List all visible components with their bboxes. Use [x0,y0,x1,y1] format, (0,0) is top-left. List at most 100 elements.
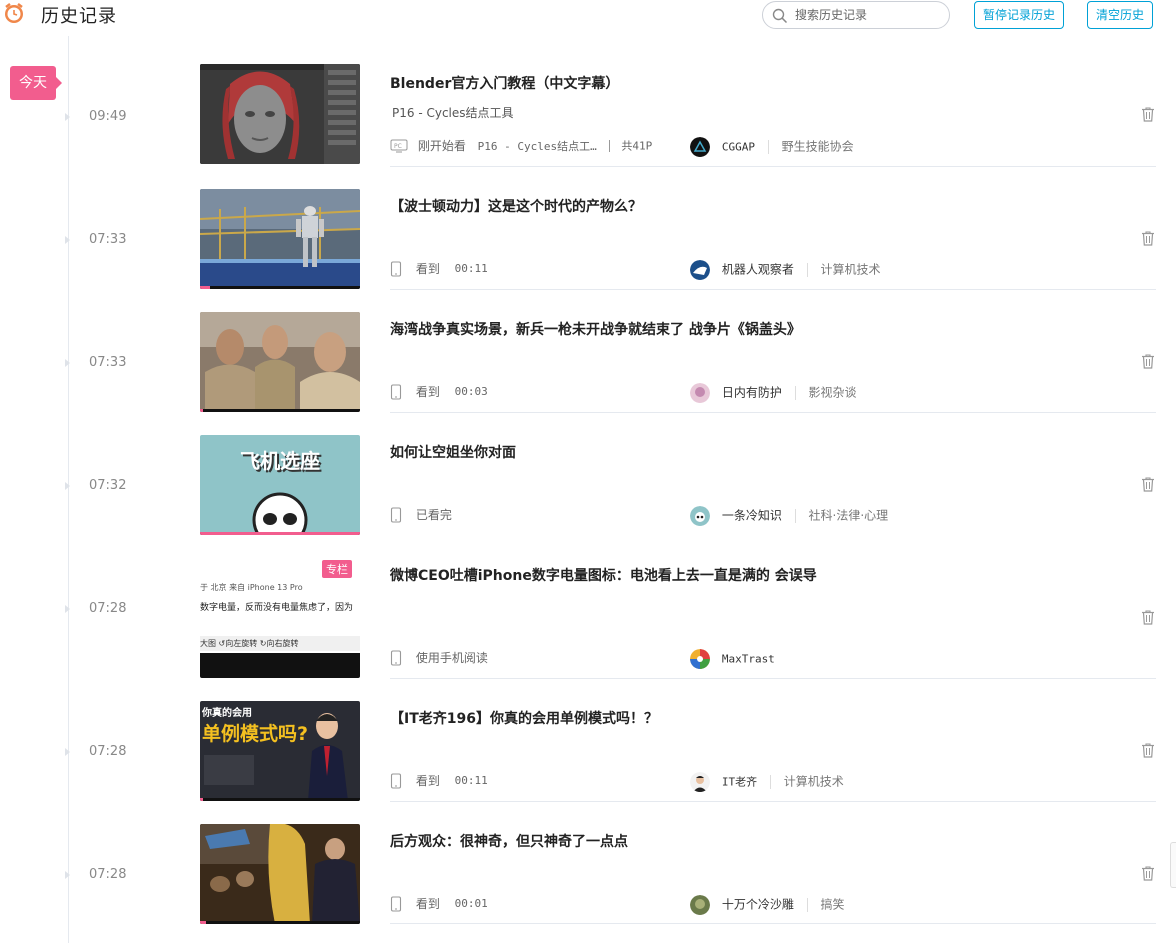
side-scroll-tab[interactable] [1170,842,1176,888]
watched-time: 00:11 [454,774,488,787]
watch-status: 看到 [415,262,440,276]
avatar[interactable] [690,383,710,403]
progress-bar [200,286,210,289]
video-thumbnail[interactable] [200,189,360,289]
progress-bar [200,921,207,924]
trash-icon[interactable] [1140,230,1156,246]
thumbnail-image [200,312,360,412]
history-item: 07:28 你真的会用 单例模式吗? 【IT老齐196】你真的会用单例模式吗！？… [0,697,1176,820]
thumbnail-line: 于 北京 来自 iPhone 13 Pro [200,583,303,592]
trash-icon[interactable] [1140,106,1156,122]
video-thumbnail[interactable] [200,312,360,412]
uploader-name[interactable]: MaxTrast [722,653,775,666]
trash-icon[interactable] [1140,476,1156,492]
article-thumbnail[interactable]: 于 北京 来自 iPhone 13 Pro 数字电量，反而没有电量焦虑了，因为 … [200,558,360,678]
progress-track [200,921,360,924]
watch-time: 09:49 [89,109,127,124]
progress-track [200,286,360,289]
watch-status: 看到 [415,774,440,788]
watch-time: 07:28 [89,744,127,759]
avatar[interactable] [690,506,710,526]
trash-icon[interactable] [1140,865,1156,881]
separator [608,139,610,152]
category-label: 野生技能协会 [781,139,854,154]
uploader-name[interactable]: CGGAP [722,141,755,154]
timeline-dot [65,113,72,121]
uploader-name[interactable]: IT老齐 [722,776,757,789]
timeline-dot [65,236,72,244]
part-label: P16 - Cycles结点工… [477,139,597,153]
video-thumbnail[interactable] [200,64,360,164]
uploader-info: CGGAP 野生技能协会 [690,137,854,157]
uploader-name[interactable]: 机器人观察者 [722,263,794,277]
watch-meta: 看到 00:11 [390,260,488,280]
uploader-info: IT老齐 计算机技术 [690,772,844,792]
video-title[interactable]: 如何让空姐坐你对面 [390,442,516,462]
watch-time: 07:28 [89,867,127,882]
pause-history-button[interactable]: 暂停记录历史 [974,1,1064,29]
search-icon [772,8,788,24]
timeline-dot [65,605,72,613]
trash-icon[interactable] [1140,742,1156,758]
video-thumbnail[interactable]: 飞机选座 [200,435,360,535]
phone-icon [390,772,402,789]
video-title[interactable]: 【波士顿动力】这是这个时代的产物么？ [390,196,642,216]
history-item: 07:28 后方观众：很神奇，但只神奇了一点点 看到 00:01 十万个冷沙雕 [0,820,1176,943]
search-input[interactable] [795,6,941,24]
video-thumbnail[interactable] [200,824,360,924]
watch-meta: 看到 00:03 [390,383,488,403]
thumbnail-image [200,64,360,164]
avatar[interactable] [690,137,710,157]
part-total: 共41P [621,139,653,153]
history-item: 07:33 【波士顿动力】这是这个时代的产物么？ 看到 00:11 机器人观察者… [0,185,1176,308]
divider [390,678,1156,679]
pc-icon: PC [390,139,408,152]
progress-bar [200,532,360,535]
thumbnail-line: 数字电量，反而没有电量焦虑了，因为 [200,603,354,613]
separator [767,140,769,154]
divider [390,166,1156,167]
progress-track [200,798,360,801]
separator [769,775,771,789]
phone-icon [390,260,402,277]
uploader-info: 一条冷知识 社科·法律·心理 [690,506,888,526]
phone-icon [390,649,402,666]
timeline-dot [65,359,72,367]
history-item: 07:28 于 北京 来自 iPhone 13 Pro 数字电量，反而没有电量焦… [0,554,1176,679]
trash-icon[interactable] [1140,353,1156,369]
progress-bar [200,798,204,801]
watch-meta: 看到 00:01 [390,895,488,915]
watch-meta: 看到 00:11 [390,772,488,792]
divider [390,412,1156,413]
watch-meta: 已看完 [390,506,452,526]
avatar[interactable] [690,260,710,280]
search-box[interactable] [762,1,950,29]
video-title[interactable]: 后方观众：很神奇，但只神奇了一点点 [390,831,628,851]
video-thumbnail[interactable]: 你真的会用 单例模式吗? [200,701,360,801]
uploader-name[interactable]: 日内有防护 [722,386,782,400]
video-title[interactable]: 海湾战争真实场景，新兵一枪未开战争就结束了 战争片《锅盖头》 [390,319,801,339]
avatar[interactable] [690,895,710,915]
uploader-name[interactable]: 一条冷知识 [722,509,782,523]
thumbnail-image [204,713,348,801]
video-title[interactable]: Blender官方入门教程（中文字幕） [390,73,619,93]
thumbnail-image [252,492,308,535]
separator [806,898,808,912]
page-title: 历史记录 [41,6,117,27]
timeline-dot [65,482,72,490]
phone-icon [390,895,402,912]
uploader-info: 机器人观察者 计算机技术 [690,260,881,280]
uploader-name[interactable]: 十万个冷沙雕 [722,898,794,912]
avatar[interactable] [690,772,710,792]
category-label: 计算机技术 [783,774,844,789]
article-title[interactable]: 微博CEO吐槽iPhone数字电量图标：电池看上去一直是满的 会误导 [390,565,817,585]
clear-history-button[interactable]: 清空历史 [1087,1,1153,29]
progress-track [200,409,360,412]
watch-time: 07:33 [89,355,127,370]
divider [390,289,1156,290]
trash-icon[interactable] [1140,609,1156,625]
video-title[interactable]: 【IT老齐196】你真的会用单例模式吗！？ [390,708,658,728]
watched-time: 00:01 [454,897,488,910]
avatar[interactable] [690,649,710,669]
thumbnail-image [200,189,360,289]
